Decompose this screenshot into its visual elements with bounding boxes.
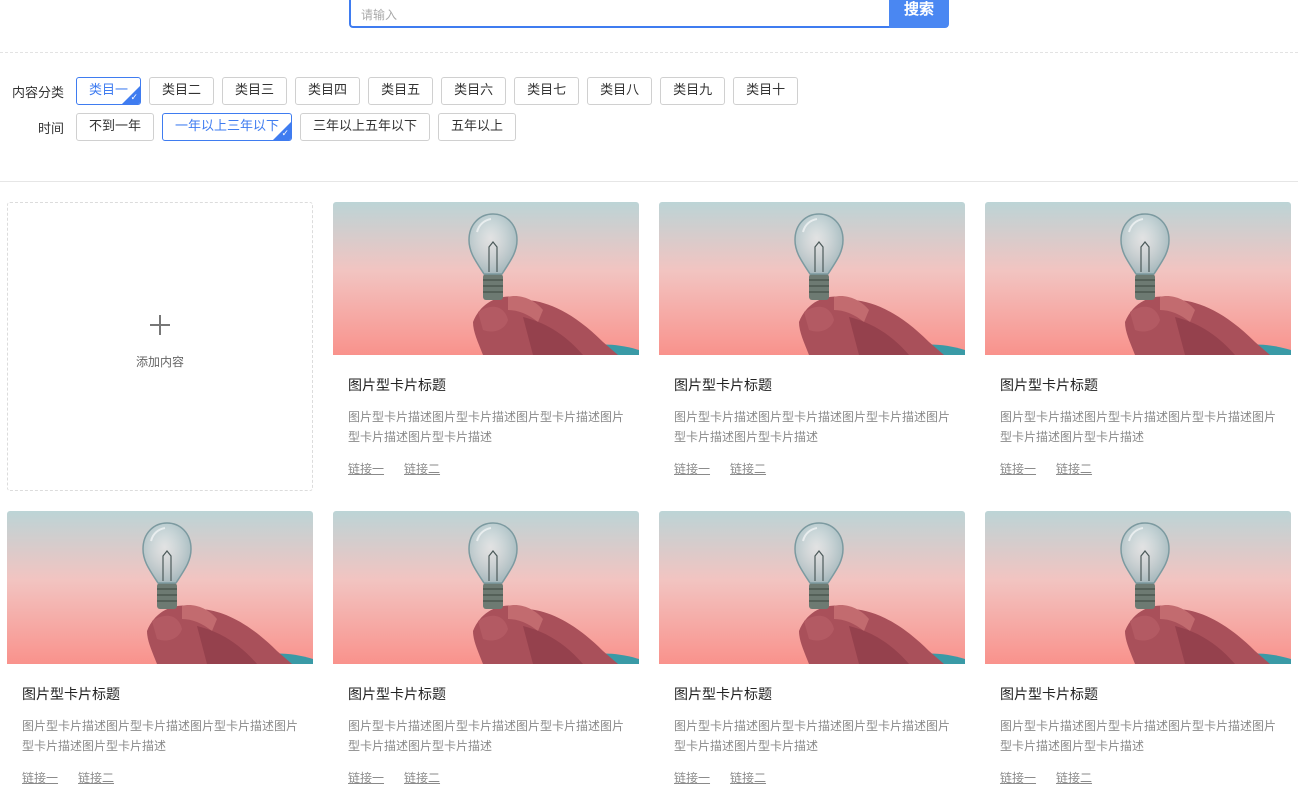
category-tag[interactable]: 类目九 xyxy=(660,77,726,105)
card-link-2[interactable]: 链接二 xyxy=(730,769,766,786)
card-link-1[interactable]: 链接一 xyxy=(674,769,710,786)
check-icon: ✓ xyxy=(281,129,290,139)
card-link-2[interactable]: 链接二 xyxy=(404,460,440,477)
category-tag-label: 类目五 xyxy=(381,83,421,98)
lightbulb-image xyxy=(985,202,1291,355)
time-tag-label: 一年以上三年以下 xyxy=(175,119,280,134)
category-tag[interactable]: 类目六 xyxy=(441,77,507,105)
card-description: 图片型卡片描述图片型卡片描述图片型卡片描述图片型卡片描述图片型卡片描述 xyxy=(674,719,951,753)
card-links: 链接一 链接二 xyxy=(1000,460,1112,477)
search-button[interactable]: 搜索 xyxy=(889,0,949,28)
lightbulb-image xyxy=(333,511,639,664)
card-links: 链接一 链接二 xyxy=(348,460,460,477)
category-tag-label: 类目九 xyxy=(673,83,713,98)
category-tag-label: 类目四 xyxy=(308,83,348,98)
lightbulb-image xyxy=(7,511,313,664)
lightbulb-image xyxy=(659,511,965,664)
card-links: 链接一 链接二 xyxy=(348,769,460,786)
card-description: 图片型卡片描述图片型卡片描述图片型卡片描述图片型卡片描述图片型卡片描述 xyxy=(348,719,625,753)
card-link-2[interactable]: 链接二 xyxy=(1056,460,1092,477)
time-tag[interactable]: 三年以上五年以下 xyxy=(300,113,431,141)
card-description: 图片型卡片描述图片型卡片描述图片型卡片描述图片型卡片描述图片型卡片描述 xyxy=(22,719,299,753)
card-link-2[interactable]: 链接二 xyxy=(404,769,440,786)
lightbulb-image xyxy=(985,511,1291,664)
image-card[interactable]: 图片型卡片标题 图片型卡片描述图片型卡片描述图片型卡片描述图片型卡片描述图片型卡… xyxy=(659,202,965,491)
time-tag[interactable]: 不到一年 xyxy=(76,113,155,141)
card-title: 图片型卡片标题 xyxy=(348,378,446,394)
time-tag-label: 五年以上 xyxy=(451,119,504,134)
card-link-1[interactable]: 链接一 xyxy=(674,460,710,477)
card-link-2[interactable]: 链接二 xyxy=(1056,769,1092,786)
card-title: 图片型卡片标题 xyxy=(674,687,772,703)
category-tag[interactable]: 类目十 xyxy=(733,77,799,105)
category-tag-label: 类目三 xyxy=(235,83,275,98)
category-tag[interactable]: 类目一 ✓ xyxy=(76,77,142,105)
card-title: 图片型卡片标题 xyxy=(348,687,446,703)
plus-icon xyxy=(150,315,170,335)
category-tag-label: 类目十 xyxy=(746,83,786,98)
check-icon: ✓ xyxy=(130,93,139,103)
card-title: 图片型卡片标题 xyxy=(674,378,772,394)
category-tag[interactable]: 类目八 xyxy=(587,77,653,105)
image-card[interactable]: 图片型卡片标题 图片型卡片描述图片型卡片描述图片型卡片描述图片型卡片描述图片型卡… xyxy=(985,202,1291,491)
image-card[interactable]: 图片型卡片标题 图片型卡片描述图片型卡片描述图片型卡片描述图片型卡片描述图片型卡… xyxy=(333,202,639,491)
card-links: 链接一 链接二 xyxy=(674,769,786,786)
category-tag[interactable]: 类目七 xyxy=(514,77,580,105)
card-title: 图片型卡片标题 xyxy=(1000,378,1098,394)
category-tag-label: 类目二 xyxy=(162,83,202,98)
divider xyxy=(0,181,1298,182)
time-tag[interactable]: 五年以上 xyxy=(438,113,517,141)
add-content-card[interactable]: 添加内容 xyxy=(7,202,313,491)
category-filter-label: 内容分类 xyxy=(11,85,64,101)
card-links: 链接一 链接二 xyxy=(1000,769,1112,786)
search-input[interactable] xyxy=(349,0,889,28)
category-tag[interactable]: 类目三 xyxy=(222,77,288,105)
image-card[interactable]: 图片型卡片标题 图片型卡片描述图片型卡片描述图片型卡片描述图片型卡片描述图片型卡… xyxy=(7,511,313,800)
category-tag[interactable]: 类目四 xyxy=(295,77,361,105)
search-bar: 搜索 xyxy=(349,0,949,28)
card-links: 链接一 链接二 xyxy=(674,460,786,477)
time-tag-label: 不到一年 xyxy=(89,119,142,134)
card-link-2[interactable]: 链接二 xyxy=(78,769,114,786)
card-title: 图片型卡片标题 xyxy=(22,687,120,703)
card-link-1[interactable]: 链接一 xyxy=(22,769,58,786)
category-tag-label: 类目六 xyxy=(454,83,494,98)
category-tag-label: 类目七 xyxy=(527,83,567,98)
time-filter: 时间 不到一年 一年以上三年以下 ✓ 三年以上五年以下 五年以上 xyxy=(0,113,524,141)
card-link-1[interactable]: 链接一 xyxy=(1000,460,1036,477)
time-tag[interactable]: 一年以上三年以下 ✓ xyxy=(162,113,293,141)
image-card[interactable]: 图片型卡片标题 图片型卡片描述图片型卡片描述图片型卡片描述图片型卡片描述图片型卡… xyxy=(659,511,965,800)
add-content-label: 添加内容 xyxy=(135,355,184,369)
card-description: 图片型卡片描述图片型卡片描述图片型卡片描述图片型卡片描述图片型卡片描述 xyxy=(674,410,951,444)
card-description: 图片型卡片描述图片型卡片描述图片型卡片描述图片型卡片描述图片型卡片描述 xyxy=(1000,410,1277,444)
category-tag-label: 类目八 xyxy=(600,83,640,98)
lightbulb-image xyxy=(333,202,639,355)
category-tag[interactable]: 类目二 xyxy=(149,77,215,105)
category-filter: 内容分类 类目一 ✓ 类目二 类目三 类目四 类目五 类目六 类目七 类目八 类目九 类目十 xyxy=(0,77,806,105)
divider xyxy=(0,52,1298,53)
time-filter-label: 时间 xyxy=(37,121,64,137)
card-link-1[interactable]: 链接一 xyxy=(348,460,384,477)
card-links: 链接一 链接二 xyxy=(22,769,134,786)
card-link-2[interactable]: 链接二 xyxy=(730,460,766,477)
card-link-1[interactable]: 链接一 xyxy=(1000,769,1036,786)
card-title: 图片型卡片标题 xyxy=(1000,687,1098,703)
category-tag[interactable]: 类目五 xyxy=(368,77,434,105)
image-card[interactable]: 图片型卡片标题 图片型卡片描述图片型卡片描述图片型卡片描述图片型卡片描述图片型卡… xyxy=(985,511,1291,800)
card-link-1[interactable]: 链接一 xyxy=(348,769,384,786)
lightbulb-image xyxy=(659,202,965,355)
time-tag-label: 三年以上五年以下 xyxy=(313,119,418,134)
image-card[interactable]: 图片型卡片标题 图片型卡片描述图片型卡片描述图片型卡片描述图片型卡片描述图片型卡… xyxy=(333,511,639,800)
card-description: 图片型卡片描述图片型卡片描述图片型卡片描述图片型卡片描述图片型卡片描述 xyxy=(348,410,625,444)
card-description: 图片型卡片描述图片型卡片描述图片型卡片描述图片型卡片描述图片型卡片描述 xyxy=(1000,719,1277,753)
